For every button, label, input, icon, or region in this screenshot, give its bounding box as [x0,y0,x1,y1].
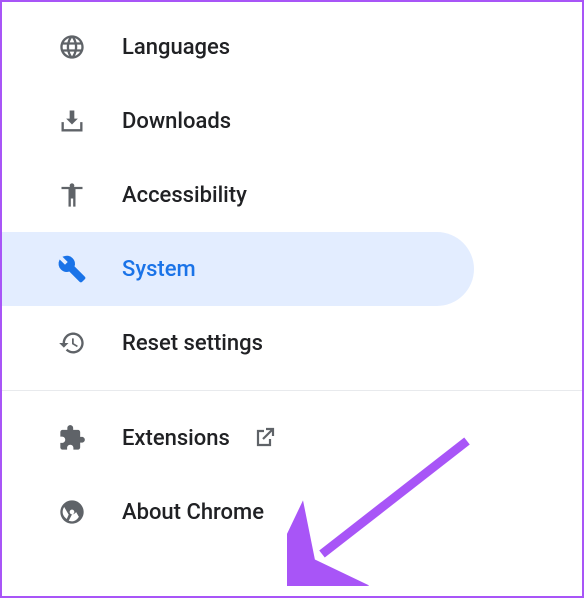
accessibility-icon [56,179,88,211]
wrench-icon [56,253,88,285]
download-icon [56,105,88,137]
nav-label: Reset settings [122,331,263,356]
nav-label: Accessibility [122,183,247,208]
nav-item-extensions[interactable]: Extensions [2,401,474,475]
history-icon [56,327,88,359]
nav-label: Downloads [122,109,231,134]
nav-label: About Chrome [122,500,264,525]
settings-sidebar: Languages Downloads Accessibility System… [2,2,582,549]
nav-item-about-chrome[interactable]: About Chrome [2,475,474,549]
nav-label: Extensions [122,426,230,451]
puzzle-icon [56,422,88,454]
nav-label: System [122,257,196,282]
globe-icon [56,31,88,63]
nav-item-accessibility[interactable]: Accessibility [2,158,474,232]
divider [2,390,582,391]
nav-item-system[interactable]: System [2,232,474,306]
chrome-icon [56,496,88,528]
nav-item-reset-settings[interactable]: Reset settings [2,306,474,380]
nav-item-languages[interactable]: Languages [2,10,474,84]
nav-label: Languages [122,35,230,60]
nav-item-downloads[interactable]: Downloads [2,84,474,158]
external-link-icon [252,426,276,450]
